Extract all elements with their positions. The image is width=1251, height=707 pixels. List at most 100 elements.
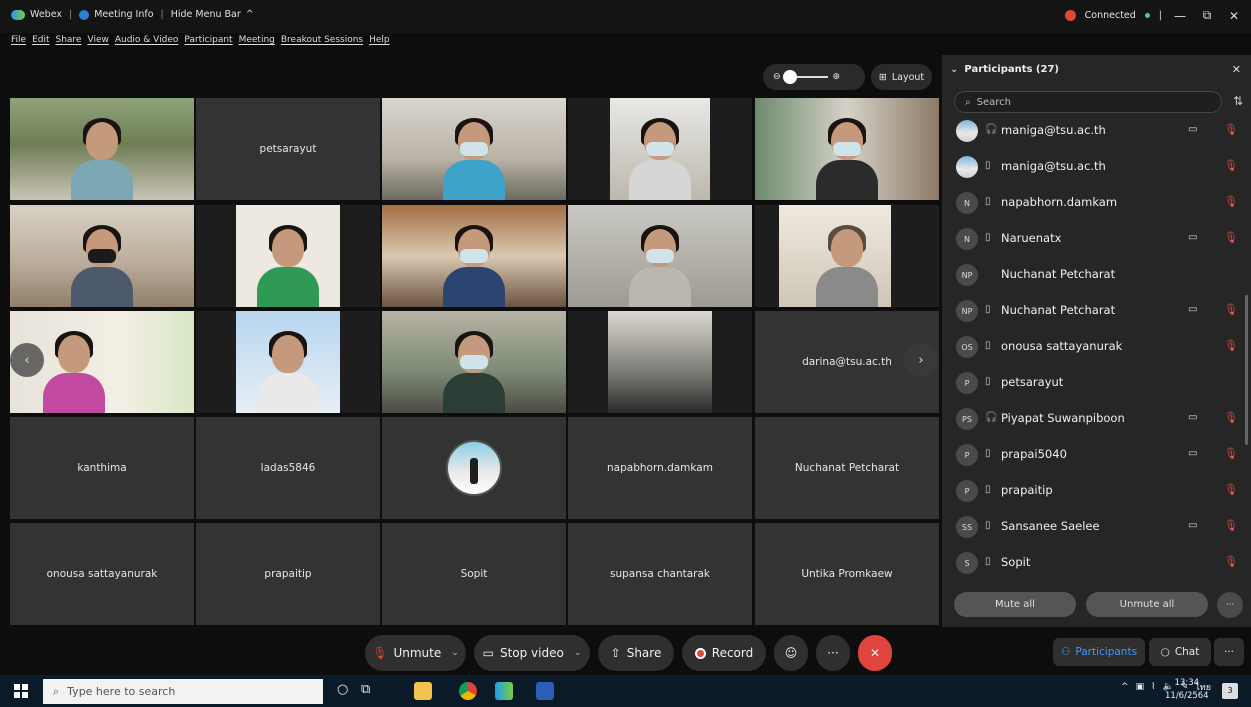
more-options-button[interactable]: ··· bbox=[816, 635, 850, 671]
video-on-icon[interactable]: ▭ bbox=[1188, 232, 1197, 243]
menu-breakout-sessions[interactable]: Breakout Sessions bbox=[281, 35, 363, 45]
participant-list-scrollbar[interactable] bbox=[1245, 295, 1248, 445]
leave-meeting-button[interactable]: ✕ bbox=[858, 635, 892, 671]
video-tile[interactable] bbox=[10, 98, 194, 200]
mic-muted-icon[interactable]: 🎙 bbox=[1224, 231, 1238, 244]
share-button[interactable]: ⇧ Share bbox=[598, 635, 674, 671]
chevron-down-icon[interactable]: ⌄ bbox=[451, 648, 459, 658]
menu-meeting[interactable]: Meeting bbox=[239, 35, 275, 45]
mute-all-button[interactable]: Mute all bbox=[954, 592, 1076, 617]
mic-muted-icon[interactable]: 🎙 bbox=[1224, 339, 1238, 352]
video-on-icon[interactable]: ▭ bbox=[1188, 412, 1197, 423]
taskbar-search-input[interactable]: ⌕ Type here to search bbox=[43, 679, 323, 704]
participant-row[interactable]: P ▯ prapai5040 ▭ 🎙 bbox=[942, 437, 1251, 473]
video-tile[interactable]: prapaitip bbox=[196, 523, 380, 625]
mic-muted-icon[interactable]: 🎙 bbox=[1224, 519, 1238, 532]
video-tile[interactable] bbox=[382, 417, 566, 519]
sort-icon[interactable]: ⇅ bbox=[1233, 94, 1243, 108]
video-tile[interactable] bbox=[568, 311, 752, 413]
mic-muted-icon[interactable]: 🎙 bbox=[1224, 411, 1238, 424]
mic-muted-icon[interactable]: 🎙 bbox=[1224, 123, 1238, 136]
collapse-chevron-icon[interactable]: ⌄ bbox=[950, 64, 958, 75]
video-tile[interactable] bbox=[382, 205, 566, 307]
mic-muted-icon[interactable]: 🎙 bbox=[1224, 483, 1238, 496]
record-button[interactable]: Record bbox=[682, 635, 766, 671]
participant-row[interactable]: OS ▯ onousa sattayanurak 🎙 bbox=[942, 329, 1251, 365]
video-tile[interactable] bbox=[196, 311, 380, 413]
menu-help[interactable]: Help bbox=[369, 35, 390, 45]
notification-center-icon[interactable]: 3 bbox=[1222, 683, 1238, 699]
webex-app-icon[interactable] bbox=[495, 682, 513, 700]
file-explorer-icon[interactable] bbox=[414, 682, 432, 700]
participant-row[interactable]: PS 🎧 Piyapat Suwanpiboon ▭ 🎙 bbox=[942, 401, 1251, 437]
mic-muted-icon[interactable]: 🎙 bbox=[1224, 303, 1238, 316]
video-tile[interactable] bbox=[196, 205, 380, 307]
menu-share[interactable]: Share bbox=[56, 35, 82, 45]
video-tile[interactable]: Sopit bbox=[382, 523, 566, 625]
mic-muted-icon[interactable]: 🎙 bbox=[1224, 195, 1238, 208]
next-page-button[interactable]: › bbox=[904, 343, 938, 377]
participant-row[interactable]: N ▯ Naruenatx ▭ 🎙 bbox=[942, 221, 1251, 257]
video-tile[interactable]: kanthima bbox=[10, 417, 194, 519]
participant-row[interactable]: A ▯ maniga@tsu.ac.th 🎙 bbox=[942, 149, 1251, 185]
video-tile[interactable] bbox=[382, 311, 566, 413]
unmute-all-button[interactable]: Unmute all bbox=[1086, 592, 1208, 617]
meeting-info-icon[interactable] bbox=[79, 9, 90, 20]
video-on-icon[interactable]: ▭ bbox=[1188, 520, 1197, 531]
participant-row[interactable]: P ▯ petsarayut bbox=[942, 365, 1251, 401]
video-on-icon[interactable]: ▭ bbox=[1188, 124, 1197, 135]
zoom-slider[interactable]: ⊖ ⊕ bbox=[763, 64, 865, 90]
video-tile[interactable] bbox=[755, 98, 939, 200]
video-tile[interactable] bbox=[382, 98, 566, 200]
menu-edit[interactable]: Edit bbox=[32, 35, 49, 45]
participant-search-input[interactable]: ⌕ Search bbox=[954, 91, 1222, 113]
taskbar-clock[interactable]: 13:34 11/6/2564 bbox=[1165, 677, 1209, 703]
menu-audio-video[interactable]: Audio & Video bbox=[115, 35, 179, 45]
mic-muted-icon[interactable]: 🎙 bbox=[1224, 447, 1238, 460]
minimize-button[interactable]: — bbox=[1171, 9, 1189, 23]
participant-row[interactable]: SS ▯ Sansanee Saelee ▭ 🎙 bbox=[942, 509, 1251, 545]
video-on-icon[interactable]: ▭ bbox=[1188, 304, 1197, 315]
participant-row[interactable]: S ▯ Sopit 🎙 bbox=[942, 545, 1251, 581]
webex-tray-icon[interactable]: ▣ bbox=[1136, 682, 1145, 692]
video-tile[interactable]: Nuchanat Petcharat bbox=[755, 417, 939, 519]
video-tile[interactable] bbox=[755, 205, 939, 307]
participant-row[interactable]: N ▯ napabhorn.damkam 🎙 bbox=[942, 185, 1251, 221]
chat-tab[interactable]: ○ Chat bbox=[1149, 638, 1211, 666]
video-tile[interactable]: Untika Promkaew bbox=[755, 523, 939, 625]
chrome-icon[interactable] bbox=[459, 682, 477, 700]
menu-view[interactable]: View bbox=[87, 35, 108, 45]
task-view-icon[interactable]: ⧉ bbox=[361, 682, 370, 697]
chevron-up-icon[interactable]: ^ bbox=[246, 9, 254, 20]
restore-button[interactable]: ⧉ bbox=[1198, 8, 1216, 23]
zoom-in-icon[interactable]: ⊕ bbox=[833, 72, 841, 82]
close-panel-button[interactable]: ✕ bbox=[1232, 63, 1241, 76]
zoom-thumb[interactable] bbox=[782, 70, 797, 84]
video-on-icon[interactable]: ▭ bbox=[1188, 448, 1197, 459]
participant-row[interactable]: P ▯ prapaitip 🎙 bbox=[942, 473, 1251, 509]
chevron-up-icon[interactable]: ^ bbox=[1121, 682, 1129, 692]
network-icon[interactable]: ⌇ bbox=[1151, 682, 1155, 692]
windows-start-icon[interactable] bbox=[14, 684, 28, 698]
mic-muted-icon[interactable]: 🎙 bbox=[1224, 159, 1238, 172]
cortana-icon[interactable]: ○ bbox=[337, 682, 348, 697]
menu-file[interactable]: File bbox=[11, 35, 26, 45]
stop-video-button[interactable]: ▭ Stop video ⌄ bbox=[474, 635, 590, 671]
more-panels-button[interactable]: ··· bbox=[1214, 638, 1244, 666]
participants-tab[interactable]: ⚇ Participants bbox=[1053, 638, 1145, 666]
close-window-button[interactable]: ✕ bbox=[1225, 9, 1243, 23]
video-tile[interactable]: napabhorn.damkam bbox=[568, 417, 752, 519]
video-tile[interactable] bbox=[10, 205, 194, 307]
connection-status[interactable]: Connected bbox=[1085, 10, 1136, 21]
word-icon[interactable] bbox=[536, 682, 554, 700]
participant-row[interactable]: NP ▯ Nuchanat Petcharat ▭ 🎙 bbox=[942, 293, 1251, 329]
meeting-info-link[interactable]: Meeting Info bbox=[94, 9, 153, 20]
zoom-out-icon[interactable]: ⊖ bbox=[773, 72, 781, 82]
video-tile[interactable]: supansa chantarak bbox=[568, 523, 752, 625]
mic-muted-icon[interactable]: 🎙 bbox=[1224, 555, 1238, 568]
video-tile[interactable]: ladas5846 bbox=[196, 417, 380, 519]
video-tile[interactable] bbox=[568, 98, 752, 200]
previous-page-button[interactable]: ‹ bbox=[10, 343, 44, 377]
panel-more-options-button[interactable]: ··· bbox=[1217, 592, 1243, 618]
video-tile[interactable]: petsarayut bbox=[196, 98, 380, 200]
